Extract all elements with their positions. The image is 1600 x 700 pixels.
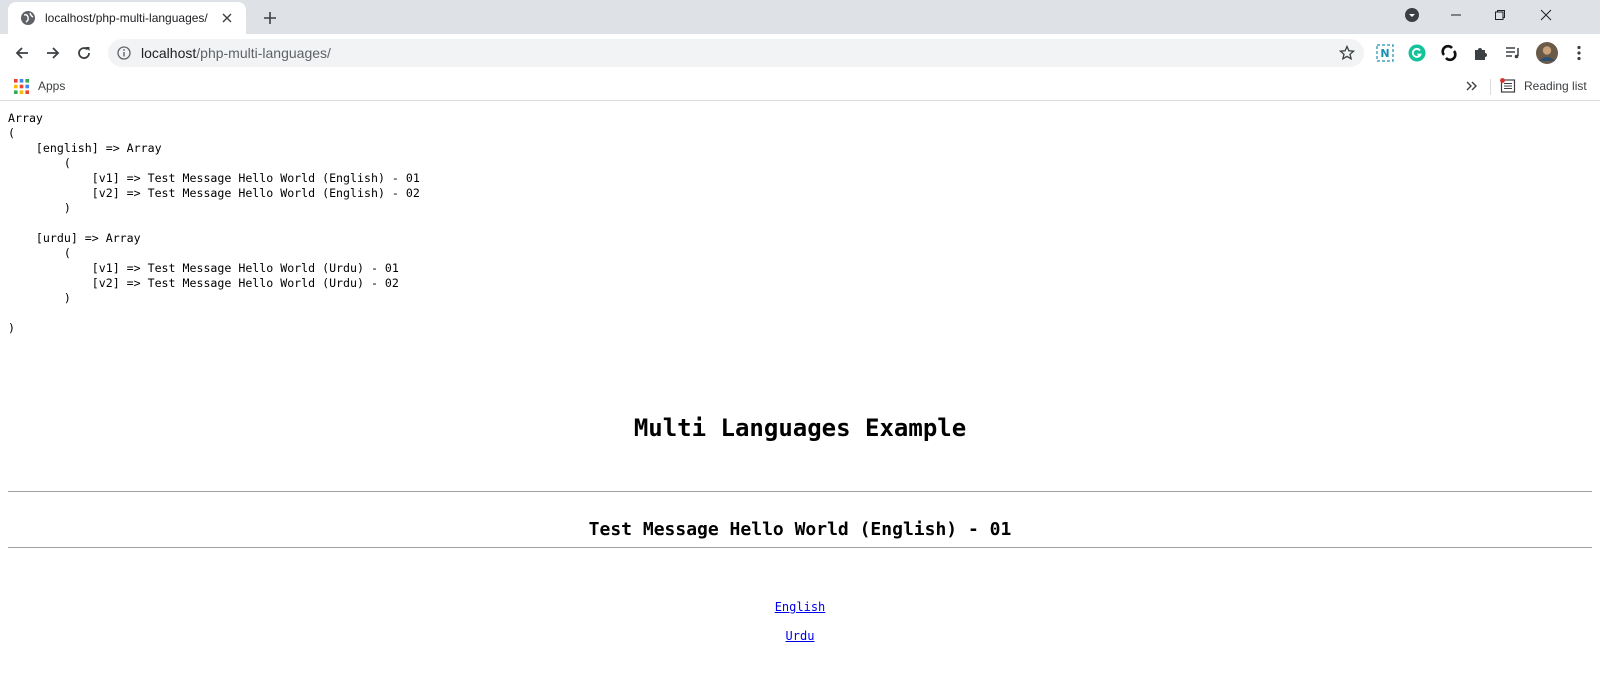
close-icon[interactable] [218,9,236,27]
grammarly-icon[interactable] [1407,43,1427,63]
url-text[interactable]: localhost/php-multi-languages/ [141,45,331,61]
urdu-link-row: Urdu [8,629,1592,643]
forward-icon[interactable] [39,39,67,67]
page-content: Array ( [english] => Array ( [v1] => Tes… [0,102,1600,700]
globe-icon [20,10,36,26]
star-icon[interactable] [1338,44,1356,62]
reading-list-button[interactable]: Reading list [1500,77,1587,95]
media-control-icon[interactable] [1503,43,1523,63]
apps-grid-icon [14,78,29,94]
reload-icon[interactable] [70,39,98,67]
tab-title: localhost/php-multi-languages/ [45,11,208,25]
english-link-row: English [8,600,1592,614]
svg-text:N: N [1380,47,1389,60]
reading-list-icon [1500,78,1516,93]
browser-tab[interactable]: localhost/php-multi-languages/ [8,2,246,34]
page-title: Multi Languages Example [633,414,967,442]
plus-icon[interactable] [259,7,281,29]
menu-icon[interactable] [1569,43,1589,63]
close-window-icon[interactable] [1524,0,1568,30]
info-icon[interactable] [116,45,132,61]
extension-n-icon[interactable]: N [1375,43,1395,63]
sync-extension-icon[interactable] [1439,43,1459,63]
bookmarks-divider [1490,79,1491,95]
extension-icon[interactable] [1471,43,1491,63]
url-host: localhost [141,45,197,61]
back-icon[interactable] [8,39,36,67]
double-chevron-icon[interactable] [1464,78,1480,94]
urdu-link[interactable]: Urdu [786,629,815,643]
divider-bottom [8,547,1592,548]
english-link[interactable]: English [775,600,826,614]
divider-top [8,491,1592,492]
bookmarks-bar: Apps Reading list [0,71,1600,101]
apps-label: Apps [38,79,66,93]
profile-avatar[interactable] [1535,41,1559,65]
restore-icon[interactable] [1478,0,1522,30]
apps-shortcut[interactable]: Apps [14,77,65,95]
translated-message: Test Message Hello World (English) - 01 [588,519,1012,540]
reading-list-label: Reading list [1524,79,1587,93]
array-dump: Array ( [english] => Array ( [v1] => Tes… [8,111,420,335]
tab-strip: localhost/php-multi-languages/ [0,0,1600,34]
address-bar[interactable]: localhost/php-multi-languages/ [108,39,1364,67]
url-path: /php-multi-languages/ [196,45,331,61]
browser-toolbar: localhost/php-multi-languages/ N [0,34,1600,71]
minimize-icon[interactable] [1434,0,1478,30]
tab-search-icon[interactable] [1390,0,1434,30]
